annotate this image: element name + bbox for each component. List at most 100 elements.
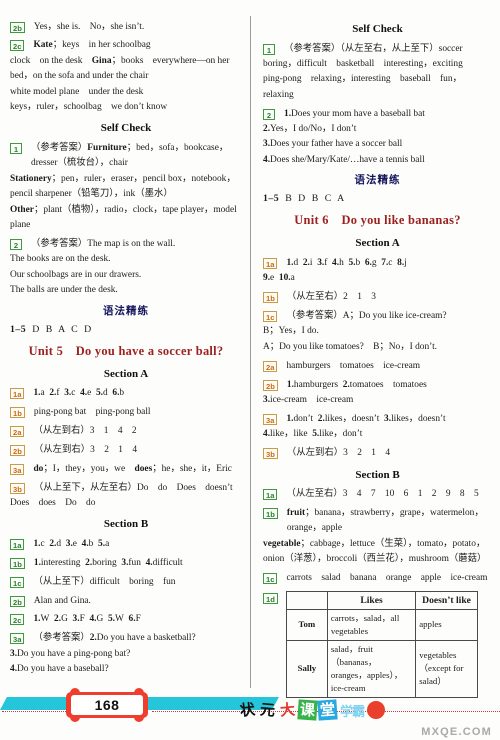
exercise-badge-1a: 1a [10,538,25,550]
footer-dotted-line-left [2,711,66,712]
answer-continuation: The books are on the desk. [10,254,111,265]
answer-item: 1a 1.a 2.f 3.c 4.e 5.d 6.b [10,386,242,401]
answer-text: carrots salad banana orange apple ice-cr… [286,573,488,584]
exercise-badge-1: 1 [263,43,275,55]
answer-continuation: 2.Yes，I do/No，I don’t [263,124,357,135]
answer-item: 1b （从左至右）2 1 3 [263,290,492,305]
answer-text: （参考答案）Furniture；bed，sofa，bookcase，dresse… [31,142,229,169]
answer-item: 1b 1.interesting 2.boring 3.fun 4.difficu… [10,556,242,571]
left-column: 2b Yes，she is. No，she isn’t. 2c Kate；keys i… [0,16,250,688]
logo-char-2: 元 [259,700,276,720]
answer-text: （参考答案）A；Do you like ice-cream? [286,310,447,321]
answer-continuation: Our schoolbags are in our drawers. [10,269,142,280]
answer-continuation: B；Yes，I do. [263,326,319,337]
answer-range-line: 1–5 D B A C D [10,322,242,338]
exercise-badge-1d: 1d [263,592,278,604]
exercise-badge-3a: 3a [10,463,25,475]
answer-item: 2b （从左到右）3 2 1 4 [10,443,242,458]
logo-char-4: 课 [297,699,318,721]
exercise-badge-2a: 2a [263,360,278,372]
exercise-badge-2a: 2a [10,425,25,437]
answer-continuation: vegetable；cabbage，lettuce（生菜），tomato，pot… [263,538,487,565]
answer-text: ping-pong bat ping-pong ball [33,406,151,417]
answer-item: 2b Alan and Gina. [10,594,242,609]
answer-text: 1.Does your mom have a baseball bat [284,108,425,119]
exercise-badge-2c: 2c [10,614,25,626]
exercise-badge-2b: 2b [10,21,25,33]
answer-text: Alan and Gina. [33,595,91,606]
logo-char-5: 堂 [317,699,338,721]
answer-item: 2b 1.hamburgers 2.tomatoes tomatoes [263,378,492,393]
answer-item: 1c （从上至下）difficult boring fun [10,575,242,590]
answer-text: （参考答案）2.Do you have a basketball? [33,633,196,644]
answer-item: 1 （参考答案）（从左至右，从上至下）soccer [263,42,492,57]
exercise-badge-1b: 1b [10,406,25,418]
exercise-badge-1b: 1b [10,557,25,569]
answer-text: 1.don’t 2.likes，doesn’t 3.likes，doesn’t [286,413,446,424]
answer-item: 2a hamburgers tomatoes ice-cream [263,359,492,374]
answer-text: （从左至右）2 1 3 [286,292,376,303]
section-heading: Section A [103,367,149,380]
exercise-badge-2b: 2b [10,444,25,456]
grammar-heading: 语法精练 [354,174,401,187]
answer-item: 3a 1.don’t 2.likes，doesn’t 3.likes，doesn’… [263,412,492,427]
answer-item: 1c carrots salad banana orange apple ice-… [263,571,492,586]
answer-text: （从上至下）difficult boring fun [33,576,176,587]
exercise-badge-1c: 1c [10,576,25,588]
answer-range: 1–5 [10,323,27,335]
site-watermark: MXQE.COM [421,726,492,738]
answer-text: hamburgers tomatoes ice-cream [286,360,421,371]
answer-item: 1 （参考答案）Furniture；bed，sofa，bookcase，dress… [10,141,242,172]
table-header-cell [285,590,328,610]
exercise-badge-2b: 2b [10,595,25,607]
answer-range: 1–5 [263,193,280,205]
answer-text: do；I，they，you，we does；he，she，it，Eric [33,463,232,474]
unit-heading: Unit 5 Do you have a soccer ball? [28,343,224,358]
answer-continuation: A；Do you like tomatoes? B；No，I don’t. [263,341,438,352]
exercise-badge-3b: 3b [263,448,278,460]
answer-continuation: 3.Do you have a ping-pong bat? [10,648,131,659]
answer-item: 3b （从上至下，从左至右）Do do Does doesn’t [10,481,242,496]
page-number: 168 [71,695,143,715]
answer-text: 1.hamburgers 2.tomatoes tomatoes [286,379,427,390]
answer-continuation: 4.Does she/Mary/Kate/…have a tennis ball [263,154,425,165]
likes-table: Likes Doesn’t like Tom carrots，salad，all ve… [285,590,478,698]
answer-text: 1.W 2.G 3.F 4.G 5.W 6.F [33,614,141,625]
table-cell-dislikes: apples [415,608,478,641]
answer-continuation: 3.ice-cream ice-cream [263,395,354,405]
likes-table-block: 1d Likes Doesn’t like Tom carrots，salad，all … [263,590,492,698]
table-cell-likes: carrots，salad，all vegetables [326,608,417,641]
section-heading: Section B [355,468,400,481]
answer-continuation: boring，difficult basketball interesting，… [263,58,463,69]
exercise-badge-1b: 1b [263,292,278,304]
two-column-body: 2b Yes，she is. No，she isn’t. 2c Kate；keys i… [0,16,500,698]
answer-continuation: 9.e 10.a [263,273,295,284]
exercise-badge-2: 2 [10,238,22,250]
answer-continuation: 4.Do you have a baseball? [10,664,109,675]
section-heading: Section A [355,237,400,250]
answer-continuation: white model plane under the desk [10,86,144,97]
table-row: Tom carrots，salad，all vegetables apples [285,608,478,641]
answer-item: 2a （从左到右）3 1 4 2 [10,424,242,439]
answer-continuation: 4.like，like 5.like，don’t [263,429,363,440]
answer-text: 1.interesting 2.boring 3.fun 4.difficult [33,557,183,568]
answer-values: B D B C A [285,193,347,205]
answer-continuation: ping-pong relaxing，interesting baseball … [263,74,462,100]
logo-char-3: 大 [279,700,296,720]
answer-text: （从上至下，从左至右）Do do Does doesn’t [33,482,233,493]
exercise-badge-1a: 1a [10,388,25,399]
answer-item: 3a （参考答案）2.Do you have a basketball? [10,631,242,646]
answer-text: （参考答案）（从左至右，从上至下）soccer [284,43,463,54]
answer-item: 1a 1.c 2.d 3.e 4.b 5.a [10,537,242,552]
answer-continuation: 3.Does your father have a soccer ball [263,139,403,150]
logo-star-icon [367,701,386,719]
brand-logo: 状 元 大 课 堂 学霸 [238,698,386,722]
answer-text: （从左到右）3 1 4 2 [33,425,137,436]
table-header-cell: Likes [326,590,417,610]
table-header-cell: Doesn’t like [415,590,478,610]
answer-continuation: keys，ruler，schoolbag we don’t know [10,102,168,113]
exercise-badge-1c: 1c [263,573,278,585]
answer-text: （参考答案）The map is on the wall. [31,238,176,249]
answer-continuation: Does does Do do [10,497,96,508]
answer-values: D B A C D [32,323,94,335]
